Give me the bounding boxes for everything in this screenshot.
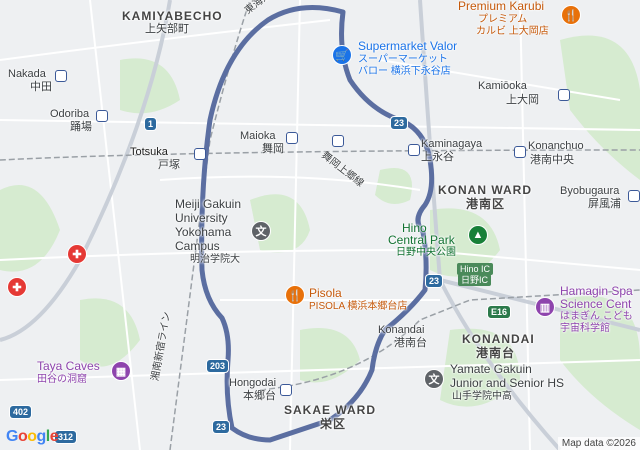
hospital-icon-2[interactable]: ✚ — [8, 278, 26, 296]
poi-label-supermarket-valor-ja1: スーパーマーケット — [358, 54, 448, 65]
poi-label-pisola-ja: PISOLA 横浜本郷台店 — [309, 301, 408, 312]
poi-label-university-4: Campus — [175, 239, 220, 253]
poi-label-hino-park-ja: 日野中央公園 — [396, 247, 456, 258]
poi-label-hamagin-3: はまぎん こども — [560, 311, 633, 322]
route-shield-23c: 23 — [213, 421, 230, 433]
poi-label-yamate-ja: 山手学院中高 — [452, 391, 512, 402]
place-label-hongodai: Hongodai — [229, 377, 277, 389]
place-label-konandai-ja: 港南台 — [394, 337, 427, 349]
poi-label-hino-park-2: Central Park — [388, 233, 455, 247]
station-icon-maioka[interactable] — [286, 132, 298, 144]
area-label-sakae-ward-ja: 栄区 — [320, 417, 347, 431]
station-icon-subway[interactable] — [332, 135, 344, 147]
poi-label-taya-caves-ja: 田谷の洞窟 — [37, 374, 87, 385]
place-label-konanchuo: Konanchuo — [528, 140, 584, 152]
area-label-konandai-ja: 港南台 — [476, 346, 516, 360]
poi-label-supermarket-valor-ja2: バロー 横浜下永谷店 — [358, 66, 451, 77]
hino-ic-label-ja: 日野IC — [458, 274, 492, 286]
poi-label-supermarket-valor[interactable]: Supermarket Valor — [358, 40, 457, 52]
school-icon[interactable]: 文 — [252, 222, 270, 240]
route-shield-1: 1 — [145, 118, 157, 130]
hospital-icon[interactable]: ✚ — [68, 245, 86, 263]
place-label-kamiooka: Kamiōoka — [478, 80, 527, 92]
station-icon-kaminagaya[interactable] — [408, 144, 420, 156]
google-logo[interactable]: Google — [6, 428, 59, 446]
place-label-totsuka: Totsuka — [130, 146, 168, 158]
station-icon-byobugaura[interactable] — [628, 190, 640, 202]
place-label-totsuka-ja: 戸塚 — [158, 159, 180, 171]
route-shield-203: 203 — [207, 360, 229, 372]
restaurant-icon-pisola[interactable]: 🍴 — [286, 286, 304, 304]
shopping-cart-icon[interactable]: 🛒 — [333, 46, 351, 64]
poi-label-hamagin-1[interactable]: Hamagin Spa — [560, 285, 633, 297]
station-icon-hongodai[interactable] — [280, 384, 292, 396]
place-label-konandai: Konandai — [378, 324, 425, 336]
area-label-kamiyabecho: KAMIYABECHO — [122, 9, 223, 23]
place-label-kaminagaya-ja: 上永谷 — [421, 151, 454, 163]
route-shield-e16: E16 — [488, 306, 511, 318]
poi-label-university-3: Yokohama — [175, 225, 232, 239]
station-icon-odoriba[interactable] — [96, 110, 108, 122]
poi-label-hamagin-4: 宇宙科学館 — [560, 323, 610, 334]
place-label-nakada-ja: 中田 — [30, 81, 52, 93]
poi-label-university-1[interactable]: Meiji Gakuin — [175, 198, 241, 210]
poi-label-yamate-2: Junior and Senior HS — [450, 376, 565, 390]
area-label-konan-ward: KONAN WARD — [438, 183, 532, 197]
station-icon-nakada[interactable] — [55, 70, 67, 82]
poi-label-premium-karubi-ja1: プレミアム — [478, 14, 528, 25]
poi-label-yamate-1[interactable]: Yamate Gakuin — [450, 363, 532, 375]
museum-icon[interactable]: ▥ — [536, 298, 554, 316]
route-shield-23b: 23 — [426, 275, 443, 287]
place-label-nakada: Nakada — [8, 68, 46, 80]
attraction-icon[interactable]: ▦ — [112, 362, 130, 380]
place-label-odoriba: Odoriba — [50, 108, 90, 120]
restaurant-icon[interactable]: 🍴 — [562, 6, 580, 24]
station-icon-totsuka[interactable] — [194, 148, 206, 160]
route-shield-23a: 23 — [391, 117, 408, 129]
station-icon-konanchuo[interactable] — [514, 146, 526, 158]
park-tree-icon[interactable]: ▲ — [469, 226, 487, 244]
poi-label-premium-karubi[interactable]: Premium Karubi — [458, 0, 544, 12]
route-shield-402: 402 — [10, 406, 32, 418]
place-label-byobugaura-ja: 屏風浦 — [588, 198, 621, 210]
place-label-konanchuo-ja: 港南中央 — [530, 154, 574, 166]
place-label-odoriba-ja: 踊場 — [70, 121, 92, 133]
poi-label-university-2: University — [175, 211, 228, 225]
place-label-maioka: Maioka — [240, 130, 276, 142]
area-label-konan-ward-ja: 港南区 — [466, 197, 506, 211]
map-attribution[interactable]: Map data ©2026 — [557, 437, 640, 450]
place-label-byobugaura: Byobugaura — [560, 185, 620, 197]
poi-label-taya-caves[interactable]: Taya Caves — [37, 360, 100, 372]
poi-label-premium-karubi-ja2: カルビ 上大岡店 — [476, 26, 549, 37]
area-label-konandai: KONANDAI — [462, 332, 535, 346]
school-icon-yamate[interactable]: 文 — [425, 370, 443, 388]
poi-label-pisola[interactable]: Pisola — [309, 287, 342, 299]
area-label-kamiyabecho-ja: 上矢部町 — [145, 23, 189, 35]
poi-label-hamagin-2: Science Cent — [560, 297, 632, 311]
place-label-hongodai-ja: 本郷台 — [243, 390, 276, 402]
poi-label-university-ja: 明治学院大 — [190, 254, 240, 265]
area-label-sakae-ward: SAKAE WARD — [284, 403, 377, 417]
station-icon-kamiooka[interactable] — [558, 89, 570, 101]
place-label-kaminagaya: Kaminagaya — [421, 138, 483, 150]
place-label-kamiooka-ja: 上大岡 — [506, 94, 539, 106]
place-label-maioka-ja: 舞岡 — [262, 143, 284, 155]
